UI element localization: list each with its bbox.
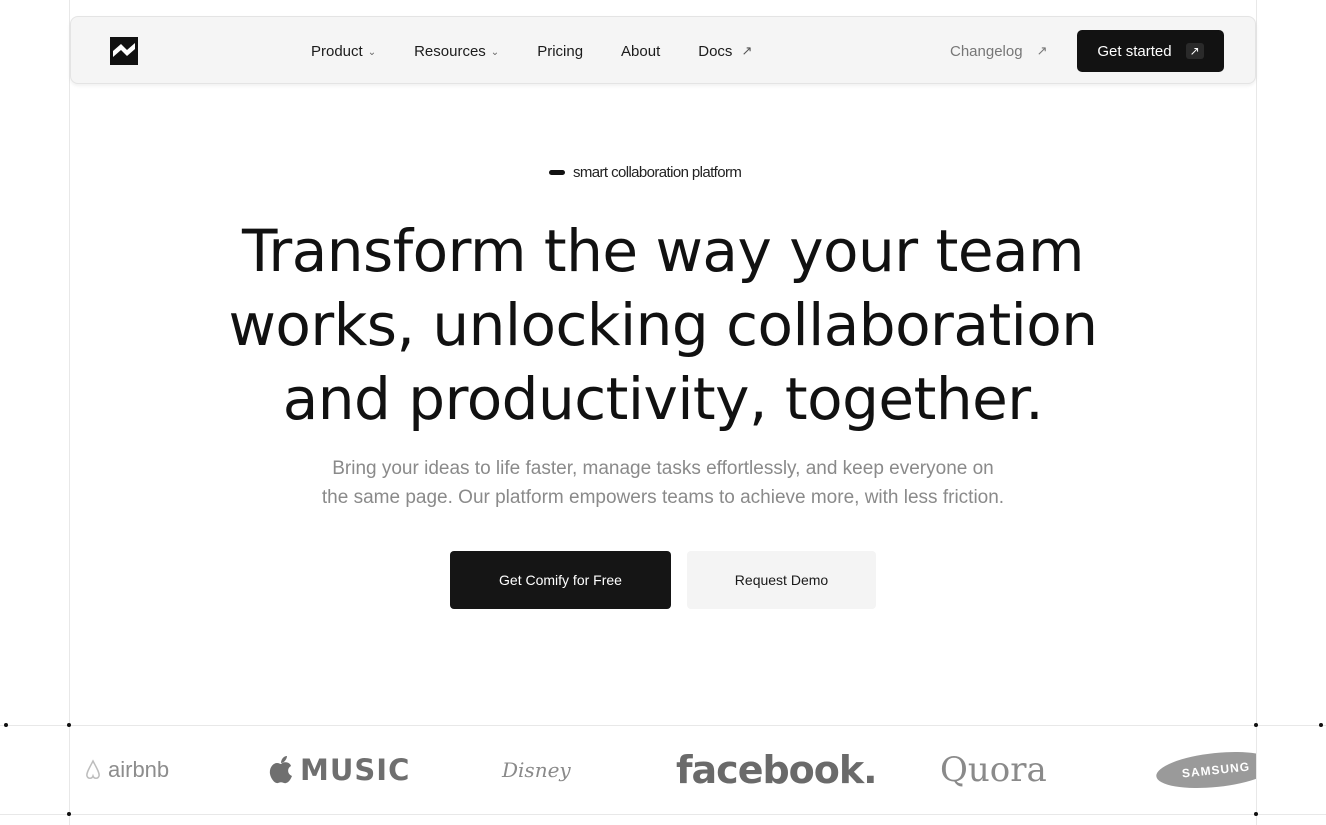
nav-item-about[interactable]: About — [621, 43, 660, 60]
samsung-oval: SAMSUNG — [1154, 746, 1256, 794]
nav-links: Product ⌄ Resources ⌄ Pricing About Docs… — [311, 17, 752, 85]
hero-headline: Transform the way your team works, unloc… — [180, 214, 1146, 436]
get-started-label: Get started — [1097, 42, 1172, 60]
nav-item-label: Docs — [698, 42, 733, 60]
samsung-logo: SAMSUNG — [1154, 726, 1256, 814]
subtext-line: Bring your ideas to life faster, manage … — [332, 458, 994, 479]
request-demo-button[interactable]: Request Demo — [687, 551, 876, 609]
headline-line: Transform the way your team — [241, 217, 1085, 285]
music-wordmark: MUSIC — [300, 753, 411, 787]
subtext-line: the same page. Our platform empowers tea… — [321, 487, 1005, 508]
airbnb-symbol-icon — [86, 759, 100, 779]
airbnb-logo: airbnb — [84, 726, 169, 814]
chevron-down-icon: ⌄ — [367, 46, 377, 58]
changelog-link[interactable]: Changelog ↗ — [950, 17, 1047, 85]
tagline-pill: smart collaboration platform — [549, 164, 742, 181]
get-comify-free-button[interactable]: Get Comify for Free — [450, 551, 671, 609]
external-arrow-icon: ↗ — [1036, 43, 1048, 58]
apple-icon — [269, 756, 292, 784]
disney-logo: Disney — [502, 726, 571, 814]
apple-music-logo: MUSIC — [268, 726, 410, 814]
hero-subtext: Bring your ideas to life faster, manage … — [230, 454, 1096, 512]
corner-dot — [4, 723, 8, 727]
headline-line: works, unlocking collaboration — [228, 291, 1098, 359]
guide-line-right — [1256, 0, 1257, 825]
tagline-text: smart collaboration platform — [573, 164, 742, 181]
quora-logo: Quora — [940, 726, 1047, 814]
guide-line-left — [69, 0, 70, 825]
tagline-dash-icon — [549, 170, 565, 175]
get-started-button[interactable]: Get started ↗ — [1077, 30, 1224, 72]
changelog-label: Changelog — [950, 42, 1023, 60]
nav-item-label: About — [621, 42, 661, 60]
nav-item-docs[interactable]: Docs ↗ — [698, 43, 752, 60]
nav-item-label: Product — [311, 42, 363, 60]
external-arrow-icon: ↗ — [741, 43, 753, 58]
nav-item-label: Pricing — [537, 42, 584, 60]
brand-logo-icon[interactable] — [110, 37, 138, 65]
corner-dot — [1319, 723, 1323, 727]
nav-item-resources[interactable]: Resources ⌄ — [414, 43, 499, 60]
airbnb-wordmark: airbnb — [108, 757, 170, 782]
customer-logos-strip: airbnb MUSIC Disney facebook. Quora SAMS… — [70, 726, 1256, 814]
facebook-wordmark: facebook. — [676, 748, 878, 792]
nav-item-product[interactable]: Product ⌄ — [311, 43, 376, 60]
samsung-wordmark: SAMSUNG — [1181, 759, 1251, 781]
quora-wordmark: Quora — [940, 750, 1047, 790]
disney-wordmark: Disney — [502, 758, 571, 782]
nav-item-label: Resources — [414, 42, 486, 60]
facebook-logo: facebook. — [676, 726, 878, 814]
nav-item-pricing[interactable]: Pricing — [537, 43, 583, 60]
external-arrow-icon: ↗ — [1185, 43, 1204, 59]
top-navbar: Product ⌄ Resources ⌄ Pricing About Docs… — [70, 16, 1256, 84]
chevron-down-icon: ⌄ — [490, 46, 500, 58]
guide-line-bottom — [0, 814, 1326, 815]
headline-line: and productivity, together. — [282, 365, 1044, 433]
